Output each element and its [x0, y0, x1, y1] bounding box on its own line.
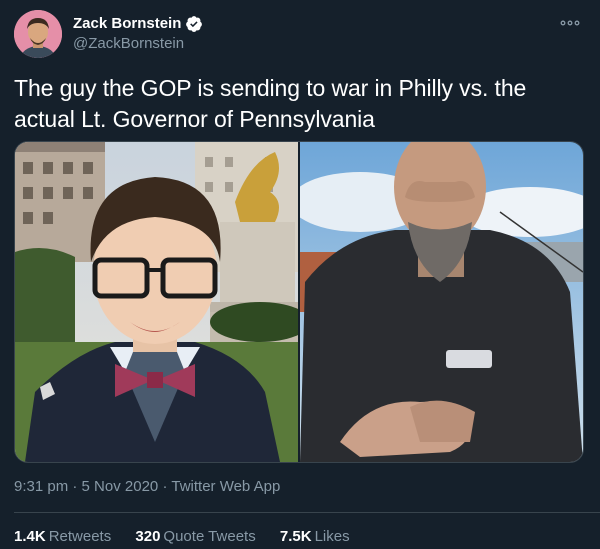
quote-tweets-count: 320 [135, 528, 161, 545]
photo-bald-bearded-man-icon[interactable] [300, 142, 583, 462]
quote-tweets-stat[interactable]: 320 Quote Tweets [135, 528, 255, 545]
tweet-meta: 9:31 pm · 5 Nov 2020 · Twitter Web App [14, 478, 280, 495]
likes-label: Likes [314, 528, 350, 545]
likes-count: 7.5K [279, 528, 312, 545]
tweet-media[interactable] [14, 141, 584, 463]
meta-separator: · [72, 478, 78, 495]
quote-tweets-label: Quote Tweets [163, 528, 256, 545]
author-display-name[interactable]: Zack Bornstein [73, 14, 181, 33]
likes-stat[interactable]: 7.5K Likes [280, 528, 350, 545]
photo-young-man-bowtie-icon[interactable] [15, 142, 298, 462]
avatar[interactable] [14, 10, 62, 58]
retweets-stat[interactable]: 1.4K Retweets [14, 528, 111, 545]
tweet-date[interactable]: 5 Nov 2020 [82, 478, 159, 495]
divider [14, 512, 600, 513]
retweets-count: 1.4K [14, 528, 46, 545]
retweets-label: Retweets [48, 528, 112, 545]
person-avatar-icon [14, 10, 62, 58]
tweet-header: Zack Bornstein @ZackBornstein [14, 10, 586, 58]
more-options-icon[interactable] [560, 16, 580, 30]
tweet-text: The guy the GOP is sending to war in Phi… [14, 75, 527, 132]
tweet-stats: 1.4K Retweets 320 Quote Tweets 7.5K Likes [14, 528, 370, 545]
author-handle[interactable]: @ZackBornstein [73, 34, 203, 54]
meta-separator: · [162, 478, 168, 495]
tweet-source[interactable]: Twitter Web App [171, 478, 280, 495]
verified-badge-icon [186, 15, 203, 32]
tweet-time[interactable]: 9:31 pm [14, 478, 68, 495]
